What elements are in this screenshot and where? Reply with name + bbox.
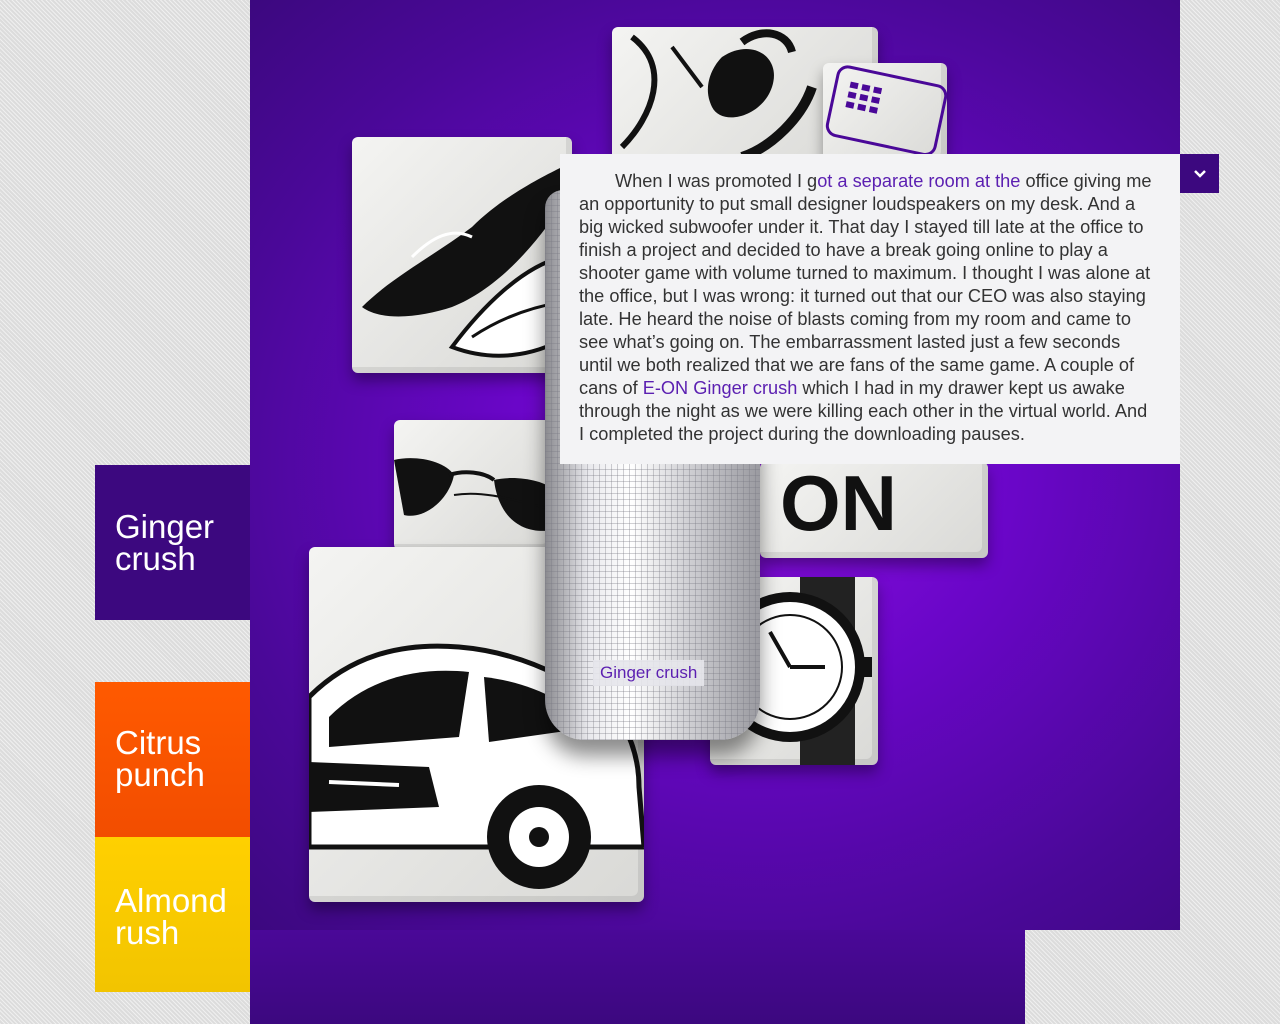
collapse-story-button[interactable]	[1180, 154, 1219, 193]
flavor-tab-ginger-crush[interactable]: Ginger crush	[95, 465, 250, 620]
story-panel: When I was promoted I got a separate roo…	[560, 154, 1180, 464]
chevron-down-icon	[1193, 169, 1206, 178]
phone-illustration-tile	[823, 63, 947, 163]
phone-icon	[825, 65, 947, 156]
story-text-start: When I was promoted I g	[615, 171, 818, 191]
story-text: When I was promoted I got a separate roo…	[579, 170, 1156, 446]
flavor-tab-citrus-punch[interactable]: Citrus punch	[95, 682, 250, 837]
on-lettering-mark: ON	[780, 462, 897, 547]
lettering-tile: ON	[760, 462, 988, 558]
story-text-middle: office giving me an opportunity to put s…	[579, 171, 1152, 398]
can-label: Ginger crush	[593, 660, 705, 686]
shoe-icon	[362, 167, 570, 358]
flavor-tab-almond-rush[interactable]: Almond rush	[95, 837, 250, 992]
hero-background-bottom	[250, 930, 1025, 1024]
on-lettering-text: ON	[780, 462, 897, 547]
story-link-room[interactable]: ot a separate room at the	[817, 171, 1020, 191]
shoes-illustration-tile	[352, 137, 572, 373]
sunglasses-illustration-tile	[394, 420, 554, 550]
sunglasses-icon	[394, 458, 554, 531]
story-link-product[interactable]: E-ON Ginger crush	[643, 378, 798, 398]
